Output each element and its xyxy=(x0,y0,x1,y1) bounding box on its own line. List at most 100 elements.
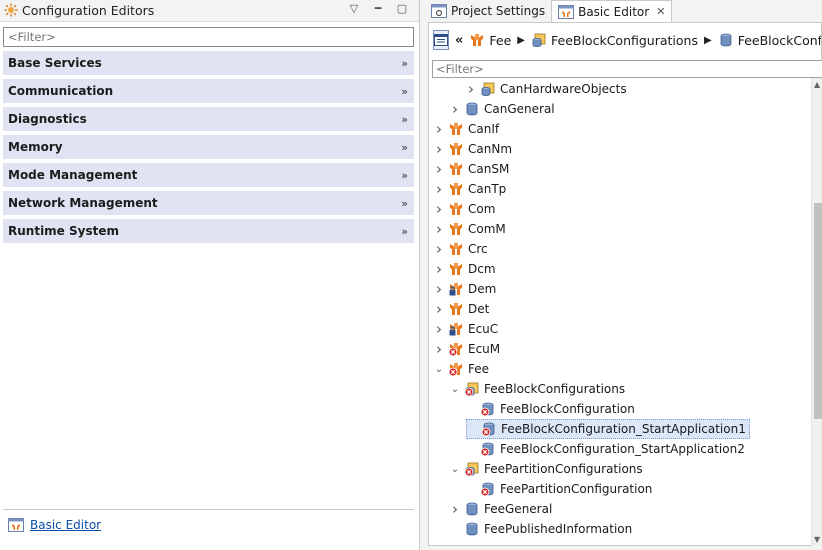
expand-chevron-icon[interactable]: » xyxy=(401,225,408,238)
collapse-chevron-icon[interactable]: ⌄ xyxy=(434,364,444,375)
tree-node-cansm[interactable]: › CanSM xyxy=(434,159,509,179)
expand-chevron-icon[interactable]: › xyxy=(434,122,444,137)
container-package-error-icon xyxy=(464,461,480,477)
tab-project-settings[interactable]: Project Settings xyxy=(425,0,551,22)
category-diagnostics[interactable]: Diagnostics » xyxy=(3,107,414,131)
tree-node-cantp[interactable]: › CanTp xyxy=(434,179,506,199)
breadcrumb-back-icon[interactable]: « xyxy=(455,33,463,48)
tree-node-dcm[interactable]: › Dcm xyxy=(434,259,496,279)
basic-editor-footer: Basic Editor xyxy=(8,518,101,532)
expand-chevron-icon[interactable]: › xyxy=(434,322,444,337)
category-label: Diagnostics xyxy=(8,112,87,126)
tab-label: Basic Editor xyxy=(578,4,650,19)
close-tab-icon[interactable]: ✕ xyxy=(656,5,665,18)
tree-node-cangeneral[interactable]: › CanGeneral xyxy=(450,99,555,119)
tree-node-comm[interactable]: › ComM xyxy=(434,219,506,239)
tree-scrollbar[interactable]: ▲ ▼ xyxy=(811,78,822,546)
breadcrumb-item-fee[interactable]: Fee xyxy=(469,32,511,48)
container-error-icon xyxy=(480,401,496,417)
tree-node-canhardwareobjects[interactable]: › CanHardwareObjects xyxy=(466,79,627,99)
tree-node-label: CanNm xyxy=(468,142,513,156)
module-icon xyxy=(448,121,464,137)
expand-chevron-icon[interactable]: › xyxy=(434,182,444,197)
tree-view-toggle-icon[interactable] xyxy=(433,30,449,50)
expand-chevron-icon[interactable]: › xyxy=(450,102,460,117)
module-error-icon xyxy=(448,341,464,357)
expand-chevron-icon[interactable]: › xyxy=(434,162,444,177)
tree-node-label: FeeBlockConfiguration_StartApplication1 xyxy=(501,422,746,436)
tree-node-ecum[interactable]: › EcuM xyxy=(434,339,500,359)
category-communication[interactable]: Communication » xyxy=(3,79,414,103)
expand-chevron-icon[interactable]: › xyxy=(434,302,444,317)
scrollbar-thumb[interactable] xyxy=(814,203,822,419)
expand-chevron-icon[interactable]: › xyxy=(466,82,476,97)
tree-node-canif[interactable]: › CanIf xyxy=(434,119,499,139)
tree-node-feeblockconfiguration[interactable]: FeeBlockConfiguration xyxy=(466,399,635,419)
expand-chevron-icon[interactable]: » xyxy=(401,113,408,126)
expand-chevron-icon[interactable]: › xyxy=(434,222,444,237)
category-mode-management[interactable]: Mode Management » xyxy=(3,163,414,187)
tree-node-label: Com xyxy=(468,202,496,216)
module-icon xyxy=(448,141,464,157)
editor-tabs: Project Settings Basic Editor ✕ xyxy=(425,0,822,22)
tree-node-label: Det xyxy=(468,302,490,316)
category-base-services[interactable]: Base Services » xyxy=(3,51,414,75)
expand-chevron-icon[interactable]: » xyxy=(401,141,408,154)
expand-chevron-icon[interactable]: › xyxy=(450,502,460,517)
expand-chevron-icon[interactable]: › xyxy=(434,142,444,157)
category-label: Mode Management xyxy=(8,168,138,182)
editors-filter-input[interactable] xyxy=(3,27,414,47)
tree-node-cannm[interactable]: › CanNm xyxy=(434,139,512,159)
tree-node-dem[interactable]: › Dem xyxy=(434,279,496,299)
expand-chevron-icon[interactable]: › xyxy=(434,262,444,277)
expand-chevron-icon[interactable]: › xyxy=(434,242,444,257)
scroll-up-icon[interactable]: ▲ xyxy=(814,80,820,89)
view-menu-icon[interactable]: ▽ xyxy=(347,2,361,15)
tree-node-label: Fee xyxy=(468,362,490,376)
breadcrumb: « Fee ▶ FeeBlockConfigurations ▶ FeeBloc… xyxy=(429,23,821,57)
tree-node-feepublishedinformation[interactable]: FeePublishedInformation xyxy=(450,519,632,539)
category-memory[interactable]: Memory » xyxy=(3,135,414,159)
pane-header: Configuration Editors ▽ ━ ▢ xyxy=(0,0,419,22)
breadcrumb-separator-icon[interactable]: ▶ xyxy=(704,35,712,46)
tab-basic-editor[interactable]: Basic Editor ✕ xyxy=(551,0,673,22)
tree-node-label: CanSM xyxy=(468,162,510,176)
breadcrumb-item-feeblockconfiguration[interactable]: FeeBlockConf xyxy=(718,32,821,48)
tree-node-feeblockconfigurations[interactable]: ⌄ FeeBlockConfigurations xyxy=(450,379,625,399)
container-icon xyxy=(464,521,480,537)
expand-chevron-icon[interactable]: » xyxy=(401,57,408,70)
tree-node-feeblockconfiguration-startapplication1[interactable]: FeeBlockConfiguration_StartApplication1 xyxy=(466,419,750,439)
container-icon xyxy=(718,32,734,48)
footer-divider xyxy=(3,509,414,510)
collapse-chevron-icon[interactable]: ⌄ xyxy=(450,384,460,395)
tree-node-com[interactable]: › Com xyxy=(434,199,495,219)
tree-node-ecuc[interactable]: › EcuC xyxy=(434,319,498,339)
maximize-icon[interactable]: ▢ xyxy=(395,2,409,15)
tree-node-crc[interactable]: › Crc xyxy=(434,239,488,259)
tree-filter-input[interactable] xyxy=(432,60,822,78)
expand-chevron-icon[interactable]: › xyxy=(434,342,444,357)
breadcrumb-separator-icon[interactable]: ▶ xyxy=(517,35,525,46)
tree-node-det[interactable]: › Det xyxy=(434,299,489,319)
module-icon xyxy=(448,261,464,277)
tree-node-feeblockconfiguration-startapplication2[interactable]: FeeBlockConfiguration_StartApplication2 xyxy=(466,439,745,459)
pane-title: Configuration Editors xyxy=(22,3,155,18)
expand-chevron-icon[interactable]: » xyxy=(401,85,408,98)
collapse-chevron-icon[interactable]: ⌄ xyxy=(450,464,460,475)
category-network-management[interactable]: Network Management » xyxy=(3,191,414,215)
tree-node-feegeneral[interactable]: › FeeGeneral xyxy=(450,499,552,519)
minimize-icon[interactable]: ━ xyxy=(371,2,385,15)
scroll-down-icon[interactable]: ▼ xyxy=(814,535,820,544)
expand-chevron-icon[interactable]: » xyxy=(401,197,408,210)
category-label: Communication xyxy=(8,84,114,98)
tree-node-fee[interactable]: ⌄ Fee xyxy=(434,359,489,379)
expand-chevron-icon[interactable]: › xyxy=(434,282,444,297)
category-runtime-system[interactable]: Runtime System » xyxy=(3,219,414,243)
basic-editor-link[interactable]: Basic Editor xyxy=(30,518,101,532)
tree-node-feepartitionconfigurations[interactable]: ⌄ FeePartitionConfigurations xyxy=(450,459,643,479)
editor-categories: Base Services » Communication » Diagnost… xyxy=(3,51,414,247)
breadcrumb-item-feeblockconfigurations[interactable]: FeeBlockConfigurations xyxy=(531,32,698,48)
tree-node-feepartitionconfiguration[interactable]: FeePartitionConfiguration xyxy=(466,479,652,499)
expand-chevron-icon[interactable]: » xyxy=(401,169,408,182)
expand-chevron-icon[interactable]: › xyxy=(434,202,444,217)
